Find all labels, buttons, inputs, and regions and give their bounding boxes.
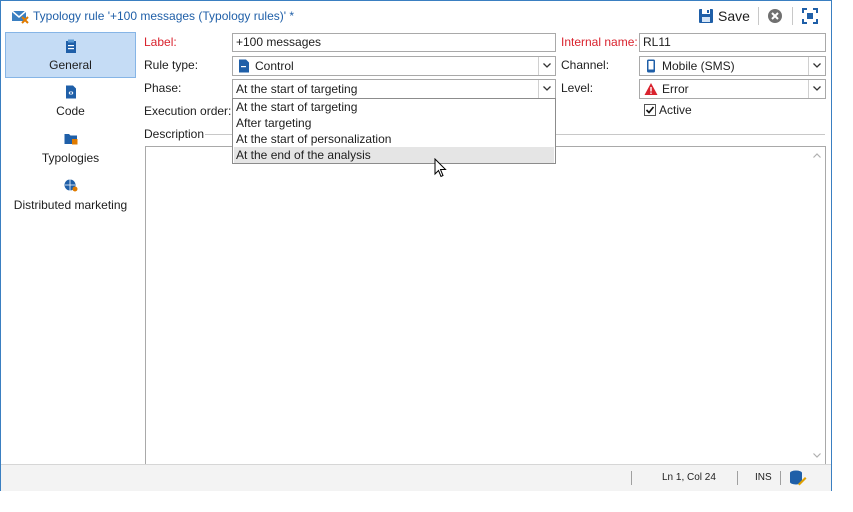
maximize-icon[interactable]	[801, 7, 819, 25]
sidebar-item-distributed-marketing[interactable]: Distributed marketing	[5, 173, 136, 219]
dropdown-arrow[interactable]	[808, 57, 825, 75]
sidebar-item-label: General	[49, 58, 92, 72]
mobile-phone-icon	[647, 59, 655, 73]
dropdown-arrow[interactable]	[808, 80, 825, 98]
label-input[interactable]: +100 messages	[232, 33, 556, 52]
mouse-pointer-icon	[434, 158, 447, 178]
insert-mode: INS	[755, 472, 772, 483]
active-label: Active	[659, 103, 692, 117]
execution-order-caption: Execution order:	[144, 104, 232, 118]
level-value: Error	[662, 82, 689, 96]
description-textarea[interactable]	[145, 146, 826, 465]
phase-option[interactable]: At the start of targeting	[234, 99, 554, 115]
active-checkbox[interactable]	[644, 104, 656, 116]
dropdown-arrow[interactable]	[538, 57, 555, 75]
scroll-down-icon[interactable]	[813, 453, 821, 458]
dropdown-arrow[interactable]	[538, 80, 555, 98]
phase-option-hovered[interactable]: At the end of the analysis	[234, 147, 554, 163]
checkmark-icon	[645, 106, 655, 114]
cursor-position: Ln 1, Col 24	[662, 472, 716, 483]
sidebar-item-label: Code	[56, 104, 85, 118]
code-document-icon	[65, 85, 76, 99]
chevron-down-icon	[813, 63, 821, 68]
toolbar-separator	[758, 7, 759, 25]
chevron-down-icon	[813, 86, 821, 91]
description-caption: Description	[144, 127, 205, 141]
label-caption: Label:	[144, 35, 177, 49]
title-bar: Typology rule '+100 messages (Typology r…	[1, 1, 831, 31]
sidebar-item-code[interactable]: Code	[5, 79, 136, 125]
toolbar-separator	[792, 7, 793, 25]
close-icon[interactable]	[767, 8, 783, 24]
scroll-up-icon[interactable]	[813, 153, 821, 158]
phase-value: At the start of targeting	[236, 82, 358, 96]
sidebar-item-typologies[interactable]: Typologies	[5, 126, 136, 172]
save-button-label: Save	[718, 8, 750, 24]
level-caption: Level:	[561, 81, 594, 95]
level-select[interactable]: Error	[639, 79, 826, 99]
chevron-down-icon	[543, 86, 551, 91]
save-button[interactable]: Save	[698, 6, 750, 26]
channel-select[interactable]: Mobile (SMS)	[639, 56, 826, 76]
typology-rule-icon	[11, 10, 29, 24]
internal-name-caption: Internal name:	[561, 35, 638, 49]
channel-caption: Channel:	[561, 58, 610, 72]
status-separator	[737, 471, 738, 485]
status-bar: Ln 1, Col 24 INS	[1, 464, 831, 491]
control-document-icon	[239, 59, 249, 73]
internal-name-input[interactable]: RL11	[639, 33, 826, 52]
floppy-disk-icon	[699, 9, 713, 23]
editor-window: Typology rule '+100 messages (Typology r…	[0, 0, 832, 491]
phase-dropdown-list: At the start of targeting After targetin…	[232, 98, 556, 164]
sidebar: General Code Typologies Distributed mark…	[1, 31, 141, 463]
phase-caption: Phase:	[144, 81, 182, 95]
rule-type-select[interactable]: Control	[232, 56, 556, 76]
database-edit-icon	[790, 470, 807, 486]
channel-value: Mobile (SMS)	[662, 59, 735, 73]
globe-user-icon	[64, 179, 77, 192]
window-title: Typology rule '+100 messages (Typology r…	[33, 9, 295, 23]
rule-type-caption: Rule type:	[144, 58, 199, 72]
sidebar-item-label: Typologies	[41, 151, 100, 165]
vertical-scrollbar[interactable]	[809, 147, 825, 464]
warning-triangle-icon	[644, 83, 658, 95]
rule-type-value: Control	[255, 59, 294, 73]
folder-icon	[64, 134, 77, 145]
phase-option[interactable]: After targeting	[234, 115, 554, 131]
phase-select[interactable]: At the start of targeting	[232, 79, 556, 99]
status-separator	[631, 471, 632, 485]
sidebar-item-label: Distributed marketing	[13, 198, 128, 212]
sidebar-item-general[interactable]: General	[5, 32, 136, 78]
status-separator	[780, 471, 781, 485]
clipboard-icon	[65, 39, 76, 53]
chevron-down-icon	[543, 63, 551, 68]
phase-option[interactable]: At the start of personalization	[234, 131, 554, 147]
